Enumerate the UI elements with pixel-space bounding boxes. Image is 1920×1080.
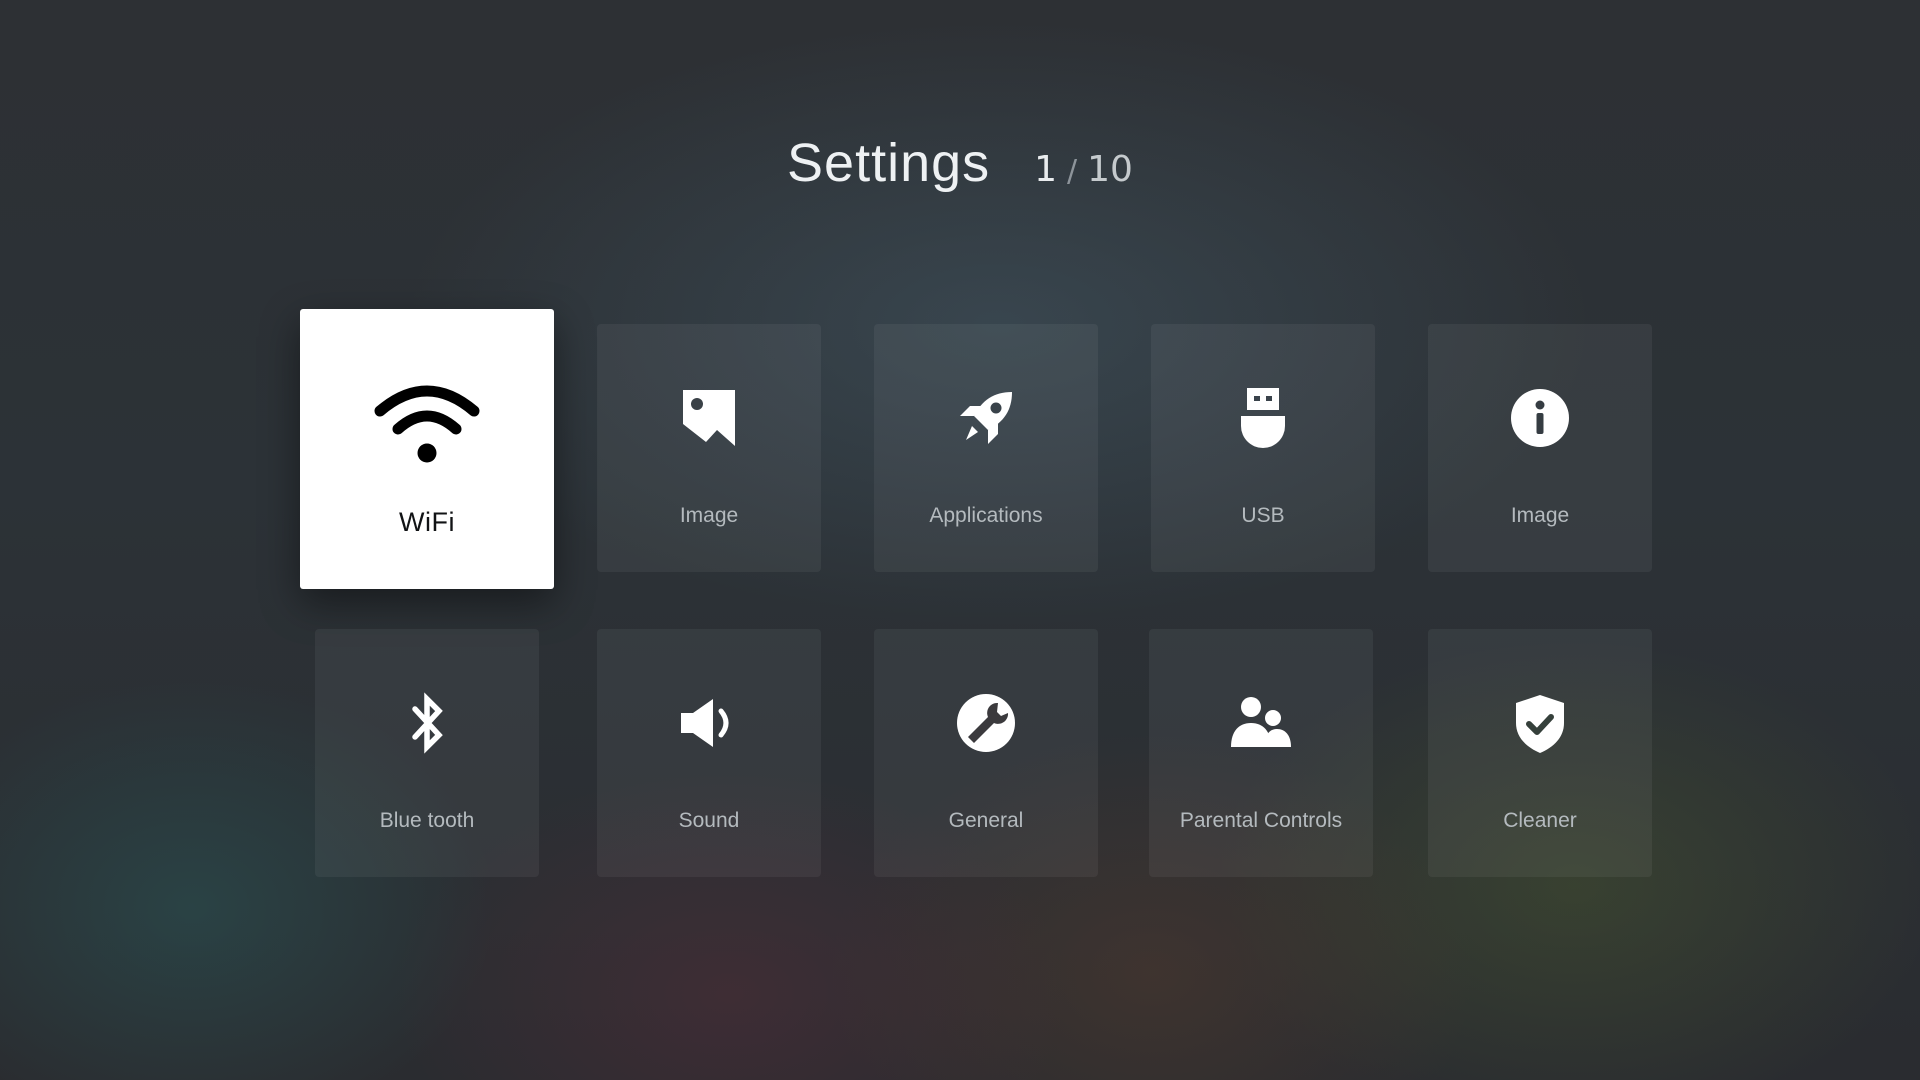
page-total: 10 <box>1087 149 1133 190</box>
tile-label: General <box>948 809 1024 832</box>
tile-general[interactable]: General <box>874 629 1098 877</box>
tile-label: Parental Controls <box>1179 809 1343 832</box>
tile-bluetooth[interactable]: Blue tooth <box>315 629 539 877</box>
tile-wifi[interactable]: WiFi <box>300 309 554 589</box>
tile-applications[interactable]: Applications <box>874 324 1098 572</box>
tile-label: Cleaner <box>1503 809 1577 832</box>
tile-label: WiFi <box>399 507 455 537</box>
bluetooth-icon <box>395 691 459 755</box>
tile-parental-controls[interactable]: Parental Controls <box>1149 629 1373 877</box>
wrench-icon <box>954 691 1018 755</box>
image-icon <box>677 386 741 450</box>
tile-label: Sound <box>678 809 740 832</box>
tile-label: Image <box>679 504 739 527</box>
page-separator: / <box>1067 154 1078 189</box>
wifi-icon <box>372 377 482 467</box>
page-indicator: 1 / 10 <box>1034 149 1133 190</box>
tile-label: Applications <box>929 504 1043 527</box>
usb-icon <box>1231 386 1295 450</box>
tile-label: USB <box>1241 504 1285 527</box>
shield-check-icon <box>1508 691 1572 755</box>
speaker-icon <box>677 691 741 755</box>
info-icon <box>1508 386 1572 450</box>
rocket-icon <box>954 386 1018 450</box>
tile-sound[interactable]: Sound <box>597 629 821 877</box>
tile-image[interactable]: Image <box>597 324 821 572</box>
users-icon <box>1229 691 1293 755</box>
tile-label: Image <box>1510 504 1570 527</box>
page-header: Settings 1 / 10 <box>0 132 1920 212</box>
page-title: Settings <box>787 133 991 193</box>
tile-cleaner[interactable]: Cleaner <box>1428 629 1652 877</box>
tile-usb[interactable]: USB <box>1151 324 1375 572</box>
tile-image-info[interactable]: Image <box>1428 324 1652 572</box>
page-current: 1 <box>1034 149 1058 190</box>
tile-label: Blue tooth <box>379 809 475 832</box>
